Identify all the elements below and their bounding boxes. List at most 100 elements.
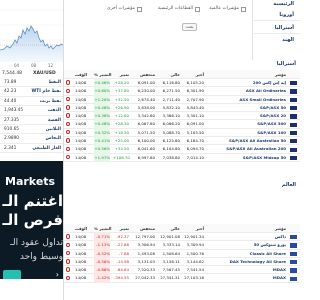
table-row[interactable]: 14/08 +0.41% +25.00 6,100.00 6,125.80 6,184.7…	[64, 137, 300, 146]
commodity-name[interactable]: الغاز الطبيعي	[32, 144, 61, 153]
commodity-chart[interactable]: 04 08 12 7,544.48 XAU/USD	[0, 0, 63, 76]
cell-time: 14/08	[75, 121, 87, 127]
table-row[interactable]: 14/08 +0.48% +28.30 6,067.80 6,066.20 6,091.0…	[64, 120, 300, 129]
cell-pct: +0.46%	[94, 79, 110, 88]
cell-name[interactable]: ASX Small Ordinaries	[192, 96, 286, 104]
commodity-name[interactable]: الذهب	[48, 106, 61, 115]
search-button[interactable]: بحث	[182, 23, 197, 31]
list-item[interactable]: 27.335 الفضة	[0, 116, 63, 125]
filter-divider	[252, 0, 253, 60]
table-row[interactable]: 14/08 -0.56% -14.98 3,131.03 3,156.11 3,144.6…	[64, 257, 300, 267]
cell-name[interactable]: يورو ستوكس 50	[192, 241, 286, 249]
cell-high: 2,711.40	[162, 96, 180, 102]
cell-time: 14/08	[75, 275, 87, 281]
filter-menu-item[interactable]: الرئيسية	[273, 1, 294, 7]
flag-icon	[290, 106, 297, 111]
table-row[interactable]: 14/08 +0.46% +26.90 5,838.00 5,832.10 5,843.4…	[64, 103, 300, 113]
header-chg[interactable]: تغيير	[113, 70, 129, 79]
table-row[interactable]: 14/08 +0.32% +18.50 5,071.50 5,088.70 5,105.5…	[64, 128, 300, 138]
cell-low: 27,042.33	[135, 275, 155, 281]
cell-name[interactable]: S&P/ASX All Australian 200	[192, 145, 286, 153]
cell-name[interactable]: S&P/ASX 50	[192, 104, 286, 112]
checkbox-major-sectors[interactable]	[195, 7, 200, 12]
ad-banner[interactable]: Markets اغتنم الـ فرص الـ تداول عقود الـ…	[0, 161, 63, 279]
cell-high: 27,341.31	[160, 275, 180, 281]
list-item[interactable]: 42.23 نفط خام WTI	[0, 87, 63, 97]
cell-name[interactable]: S&P/ASX 20	[192, 112, 286, 120]
table-row[interactable]: 14/08 +0.60% +37.80 6,230.00 6,271.50 6,301.9…	[64, 87, 300, 96]
header-time: الوقت	[75, 72, 87, 77]
header-name[interactable]: مؤشر	[192, 70, 286, 79]
list-item[interactable]: 1,943.45 الذهب	[0, 106, 63, 116]
table-row[interactable]: 14/08 +1.20% +32.50 2,674.40 2,711.40 2,707.9…	[64, 95, 300, 104]
header-high[interactable]: عالي	[157, 224, 180, 233]
clock-icon	[66, 258, 71, 266]
list-item[interactable]: 2.9890 النحاس	[0, 134, 63, 144]
cell-name[interactable]: S&P/ASX All Australian 50	[192, 137, 286, 145]
table-row[interactable]: 14/08 -0.52% -7.88 1,493.08 1,508.64 1,500.76…	[64, 249, 300, 258]
cell-pct: -0.86%	[94, 266, 110, 275]
cell-name[interactable]: إيه إس إكس 200	[192, 79, 286, 87]
cell-name[interactable]: DAX Technology All Share	[192, 258, 286, 266]
checkbox-global-indices[interactable]	[241, 7, 246, 12]
ad-subtext: تداول عقود الـ	[10, 238, 63, 248]
commodity-value: 910.65	[4, 126, 20, 132]
commodity-name[interactable]: النفط	[48, 78, 61, 87]
cell-name[interactable]: داكس	[192, 233, 286, 241]
list-item[interactable]: 73.89 النفط	[0, 78, 63, 88]
cell-low: 5,071.50	[137, 129, 155, 135]
table-row[interactable]: 14/08 +0.38% +12.80 3,342.60 3,366.10 3,301.1…	[64, 112, 300, 121]
clock-icon	[66, 250, 71, 258]
clock-icon	[66, 129, 71, 137]
cell-high: 6,116.80	[162, 80, 180, 85]
cell-high: 3,333.14	[162, 242, 180, 248]
header-chg[interactable]: تغيير	[113, 224, 129, 233]
list-item[interactable]: 910.65 البلاتين	[0, 125, 63, 135]
table-row[interactable]: 14/08 -0.86% -64.64 7,520.33 7,567.45 7,541.5…	[64, 266, 300, 275]
cell-name[interactable]: S&P/ASX 300	[192, 120, 286, 128]
filter-menu-item[interactable]: أستراليا	[275, 25, 294, 31]
filter-menu-item[interactable]: الهند	[282, 37, 294, 43]
table-row[interactable]: 14/08 -0.71% -92.37 12,797.00 12,901.08 12,90…	[64, 233, 300, 242]
cell-chg: +108.70	[113, 154, 130, 160]
ad-cta-button[interactable]	[3, 270, 21, 279]
cell-pct: -0.56%	[94, 257, 110, 267]
cell-pct: -1.42%	[94, 274, 110, 283]
checkbox-other-indices[interactable]	[137, 7, 142, 12]
commodity-name[interactable]: الفضة	[48, 116, 61, 125]
list-item[interactable]: 2.341 الغاز الطبيعي	[0, 144, 63, 154]
chart-x-label: 12	[48, 63, 54, 68]
header-low[interactable]: منخفض	[132, 224, 155, 233]
commodity-name[interactable]: نفط برنت	[40, 97, 61, 106]
header-high[interactable]: عالي	[157, 70, 180, 79]
world-indices-table: الوقت % التغيير تغيير منخفض عالي أخير مؤ…	[64, 224, 300, 283]
cell-name[interactable]: ASX All Ordinaries	[192, 87, 286, 95]
cell-name[interactable]: MDAX	[192, 274, 286, 282]
header-pct[interactable]: % التغيير	[94, 70, 111, 79]
commodity-name[interactable]: النحاس	[46, 134, 61, 143]
header-pct[interactable]: % التغيير	[94, 224, 111, 233]
filter-panel: الرئيسية أوروبا أستراليا الهند مؤشرات عا…	[64, 0, 300, 60]
table-row[interactable]: 14/08 +0.56% +34.50 6,041.60 6,104.80 6,094.7…	[64, 145, 300, 154]
flag-icon	[290, 276, 297, 281]
header-low[interactable]: منخفض	[132, 70, 155, 79]
cell-low: 6,230.00	[137, 88, 155, 94]
table-row[interactable]: 14/08 -1.42% -394.55 27,042.33 27,341.31 27,1…	[64, 274, 300, 283]
cell-low: 12,797.00	[135, 234, 155, 239]
table-row[interactable]: 14/08 +1.97% +108.70 6,997.80 7,038.80 7,014.…	[64, 153, 300, 162]
australia-rows: 14/08 +0.46% +28.20 6,091.00 6,116.80 6,105.2…	[64, 79, 300, 162]
commodity-name[interactable]: نفط خام WTI	[32, 87, 61, 96]
cell-name[interactable]: S&P/ASX 100	[192, 129, 286, 137]
commodity-value: 1,943.45	[4, 108, 24, 114]
table-row[interactable]: 14/08 -1.13% -27.88 3,306.94 3,333.14 3,309.9…	[64, 241, 300, 250]
header-name[interactable]: مؤشر	[192, 224, 286, 233]
list-item[interactable]: 44.40 نفط برنت	[0, 97, 63, 107]
cell-name[interactable]: S&P/ASX Midcap 50	[192, 154, 286, 162]
table-row[interactable]: 14/08 +0.46% +28.20 6,091.00 6,116.80 6,105.2…	[64, 79, 300, 88]
cell-name[interactable]: Classic All Share	[192, 250, 286, 258]
section-title-world: العالم	[281, 182, 296, 188]
cell-name[interactable]: MDAX	[192, 266, 286, 274]
filter-menu-item[interactable]: أوروبا	[279, 12, 294, 18]
chevron-right-icon[interactable]: ›	[56, 270, 59, 279]
commodity-name[interactable]: البلاتين	[46, 125, 61, 134]
